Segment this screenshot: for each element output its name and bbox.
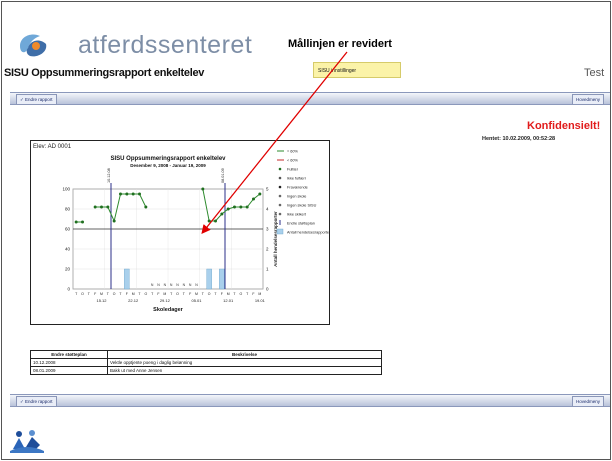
callout-arrow	[201, 51, 348, 235]
footer-logo-icon	[10, 427, 44, 453]
